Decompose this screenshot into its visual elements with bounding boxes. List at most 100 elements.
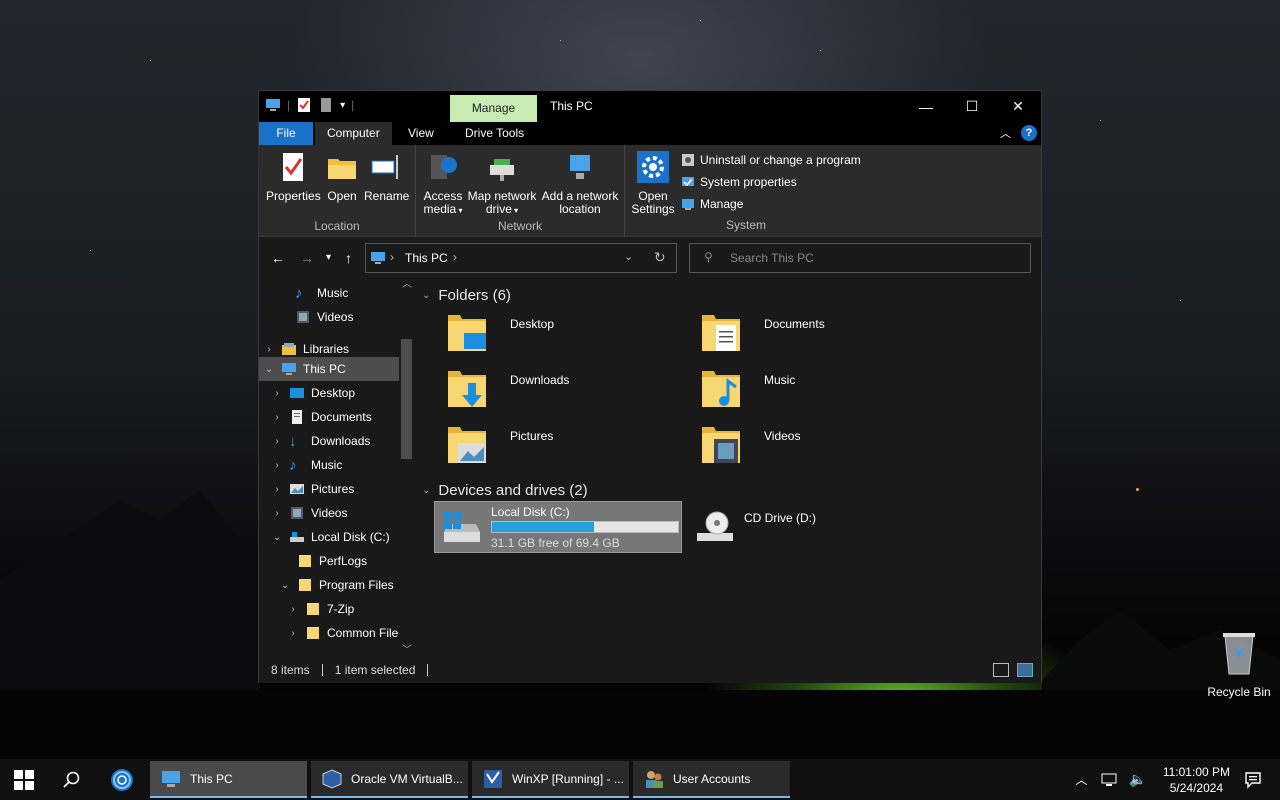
search-button[interactable] xyxy=(48,759,96,800)
music-icon: ♪ xyxy=(289,456,297,474)
forward-button[interactable]: → xyxy=(300,250,314,266)
search-input[interactable]: Search This PC xyxy=(730,251,814,265)
drive-cd-d[interactable]: CD Drive (D:) xyxy=(688,501,936,553)
drives-section-header[interactable]: ⌄ Devices and drives (2) xyxy=(422,482,588,499)
computer-icon xyxy=(371,252,385,264)
sidebar-item-perflogs[interactable]: PerfLogs xyxy=(259,549,399,573)
chevron-right-icon[interactable]: › xyxy=(271,484,283,495)
volume-icon[interactable]: 🔈 xyxy=(1129,771,1146,788)
maximize-button[interactable]: ☐ xyxy=(949,91,995,122)
taskbar-app-this-pc[interactable]: This PC xyxy=(150,761,307,798)
back-button[interactable]: ← xyxy=(271,250,285,266)
chrome-taskbar-button[interactable] xyxy=(98,759,146,800)
libraries-icon xyxy=(282,343,296,355)
ribbon: Properties Open Rename Location Access m… xyxy=(259,145,1041,237)
search-box[interactable]: ⚲ Search This PC xyxy=(689,243,1031,273)
sidebar-item-common-files[interactable]: › Common File xyxy=(259,621,399,645)
clock[interactable]: 11:01:00 PM 5/24/2024 xyxy=(1163,764,1230,796)
large-icons-view-icon[interactable] xyxy=(1017,663,1033,677)
chevron-right-icon[interactable]: › xyxy=(263,344,275,355)
taskbar-app-virtualbox[interactable]: Oracle VM VirtualB... xyxy=(311,761,468,798)
qat-dropdown-icon[interactable]: ▾ xyxy=(340,100,345,111)
chevron-down-icon[interactable]: ⌄ xyxy=(271,532,283,543)
desktop-icon xyxy=(290,388,304,398)
start-button[interactable] xyxy=(0,759,48,800)
map-network-drive-button[interactable]: Map network drive ▾ xyxy=(466,151,538,217)
system-properties-button[interactable]: System properties xyxy=(681,175,797,189)
sidebar-item-program-files[interactable]: ⌄ Program Files xyxy=(259,573,399,597)
chevron-right-icon[interactable]: › xyxy=(271,436,283,447)
address-bar[interactable]: › This PC › ⌄ ↻ xyxy=(365,243,677,273)
open-settings-button[interactable]: Open Settings xyxy=(631,151,675,216)
sidebar-item-pictures[interactable]: › Pictures xyxy=(259,477,399,501)
address-dropdown-icon[interactable]: ⌄ xyxy=(624,250,633,263)
tab-computer[interactable]: Computer xyxy=(315,122,392,145)
sidebar-item-music-pc[interactable]: › ♪ Music xyxy=(259,453,399,477)
chevron-down-icon[interactable]: ⌄ xyxy=(263,364,275,375)
ribbon-group-network: Access media ▾ Map network drive ▾ Add a… xyxy=(416,145,625,237)
show-hidden-icons-icon[interactable]: ︿ xyxy=(1075,771,1087,788)
sidebar-item-downloads[interactable]: › ↓ Downloads xyxy=(259,429,399,453)
details-view-icon[interactable] xyxy=(993,663,1009,677)
manage-button[interactable]: Manage xyxy=(681,197,743,211)
folder-videos[interactable]: Videos xyxy=(690,419,920,471)
taskbar-app-user-accounts[interactable]: User Accounts xyxy=(633,761,790,798)
tab-file[interactable]: File xyxy=(259,122,313,145)
add-network-location-button[interactable]: Add a network location xyxy=(540,151,620,216)
folder-documents[interactable]: Documents xyxy=(690,307,920,359)
chevron-right-icon[interactable]: › xyxy=(271,388,283,399)
chevron-down-icon[interactable]: ⌄ xyxy=(279,580,291,591)
chevron-right-icon[interactable]: › xyxy=(271,508,283,519)
recent-locations-icon[interactable]: ▾ xyxy=(326,252,331,263)
folders-section-header[interactable]: ⌄ Folders (6) xyxy=(422,287,511,304)
folder-desktop[interactable]: Desktop xyxy=(436,307,666,359)
up-button[interactable]: ↑ xyxy=(345,250,352,266)
refresh-icon[interactable]: ↻ xyxy=(654,249,666,266)
content-pane: ⌄ Folders (6) Desktop Documents Download… xyxy=(416,279,1040,657)
tab-view[interactable]: View xyxy=(396,122,446,145)
rename-button[interactable]: Rename xyxy=(364,151,409,203)
help-icon[interactable]: ? xyxy=(1021,125,1037,141)
collapse-ribbon-icon[interactable]: ︿ xyxy=(1000,125,1011,141)
scroll-down-icon[interactable]: ﹀ xyxy=(402,641,412,656)
minimize-button[interactable]: — xyxy=(903,91,949,122)
music-folder-icon xyxy=(702,371,740,407)
chevron-right-icon[interactable]: › xyxy=(287,604,299,615)
sidebar-item-local-disk[interactable]: ⌄ Local Disk (C:) xyxy=(259,525,399,549)
chevron-right-icon[interactable]: › xyxy=(271,460,283,471)
network-icon[interactable] xyxy=(1101,773,1117,787)
new-folder-icon[interactable] xyxy=(318,97,334,113)
close-button[interactable]: ✕ xyxy=(995,91,1041,122)
drive-local-disk-c[interactable]: Local Disk (C:) 31.1 GB free of 69.4 GB xyxy=(434,501,682,553)
chevron-right-icon[interactable]: › xyxy=(271,412,283,423)
tab-drive-tools[interactable]: Drive Tools xyxy=(453,122,536,145)
computer-icon xyxy=(162,770,180,787)
scroll-up-icon[interactable]: ︿ xyxy=(402,275,412,290)
scrollbar-thumb[interactable] xyxy=(401,339,412,459)
sidebar-item-videos[interactable]: Videos xyxy=(259,305,399,329)
breadcrumb-chevron-icon[interactable]: › xyxy=(453,250,457,264)
chevron-right-icon[interactable]: › xyxy=(287,628,299,639)
sidebar-item-music[interactable]: ♪ Music xyxy=(259,281,399,305)
recycle-bin-desktop-icon[interactable]: Recycle Bin xyxy=(1204,630,1274,699)
sidebar-item-this-pc[interactable]: ⌄ This PC xyxy=(259,357,399,381)
sidebar-item-videos-pc[interactable]: › Videos xyxy=(259,501,399,525)
access-media-button[interactable]: Access media ▾ xyxy=(421,151,465,217)
sidebar-scrollbar[interactable]: ︿ ﹀ xyxy=(399,279,414,657)
breadcrumb-this-pc[interactable]: This PC xyxy=(405,251,448,265)
sidebar-item-desktop[interactable]: › Desktop xyxy=(259,381,399,405)
folder-pictures[interactable]: Pictures xyxy=(436,419,666,471)
folder-music[interactable]: Music xyxy=(690,363,920,415)
properties-check-icon[interactable] xyxy=(296,97,312,113)
sidebar-item-documents[interactable]: › Documents xyxy=(259,405,399,429)
separator xyxy=(427,664,429,676)
system-properties-icon xyxy=(682,177,694,187)
folder-downloads[interactable]: Downloads xyxy=(436,363,666,415)
taskbar-app-winxp[interactable]: WinXP [Running] - ... xyxy=(472,761,629,798)
sidebar-item-7-zip[interactable]: › 7-Zip xyxy=(259,597,399,621)
manage-context-tab[interactable]: Manage xyxy=(450,95,537,122)
open-button[interactable]: Open xyxy=(325,151,359,203)
uninstall-program-button[interactable]: Uninstall or change a program xyxy=(681,153,861,167)
notifications-icon[interactable] xyxy=(1244,771,1262,789)
properties-button[interactable]: Properties xyxy=(266,151,321,203)
